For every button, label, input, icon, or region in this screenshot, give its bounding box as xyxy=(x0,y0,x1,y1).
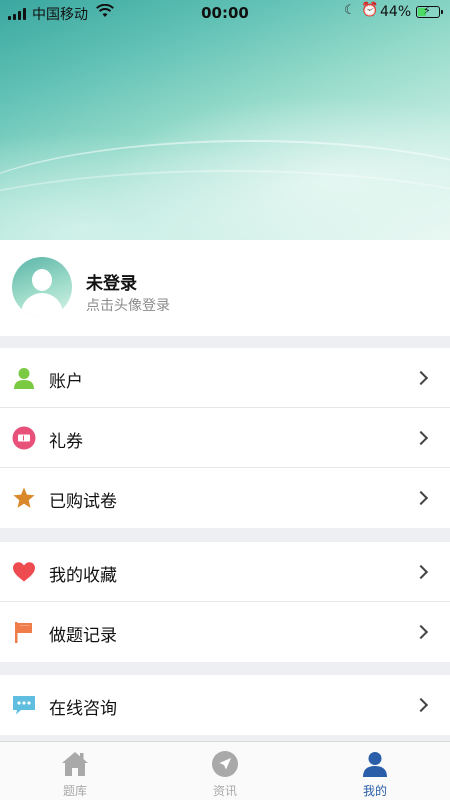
star-icon xyxy=(12,486,36,510)
moon-icon: ☾ xyxy=(344,3,356,18)
chat-icon xyxy=(12,693,36,717)
ticket-icon xyxy=(12,426,36,450)
chevron-right-icon xyxy=(413,490,429,506)
menu-item-coupons[interactable]: 礼券 xyxy=(0,408,450,468)
chevron-right-icon xyxy=(413,624,429,640)
chevron-right-icon xyxy=(413,430,429,446)
menu-group-account: 账户 礼券 已购试卷 xyxy=(0,348,450,528)
tab-label: 资讯 xyxy=(212,784,237,798)
menu-group-activity: 我的收藏 做题记录 xyxy=(0,542,450,662)
home-icon xyxy=(61,750,89,778)
status-bar: 中国移动 00:00 ☾ ⏰ 44% ⚡ xyxy=(0,0,450,26)
profile-banner xyxy=(0,0,450,240)
flag-icon xyxy=(12,620,36,644)
chevron-right-icon xyxy=(413,370,429,386)
menu-item-label: 在线咨询 xyxy=(49,699,117,719)
menu-item-label: 我的收藏 xyxy=(49,566,117,586)
person-icon xyxy=(12,366,36,390)
login-hint[interactable]: 点击头像登录 xyxy=(86,295,170,315)
menu-item-purchased-papers[interactable]: 已购试卷 xyxy=(0,468,450,528)
menu-item-label: 礼券 xyxy=(49,432,83,452)
tab-question-bank[interactable]: 题库 xyxy=(0,742,150,800)
menu-item-online-consult[interactable]: 在线咨询 xyxy=(0,675,450,735)
avatar[interactable] xyxy=(12,257,72,317)
tab-news[interactable]: 资讯 xyxy=(150,742,300,800)
tab-label: 我的 xyxy=(362,784,387,798)
heart-icon xyxy=(12,560,36,584)
chevron-right-icon xyxy=(413,564,429,580)
profile-name: 未登录 xyxy=(86,274,137,294)
user-icon xyxy=(361,750,389,778)
profile-card: 未登录 点击头像登录 xyxy=(0,240,450,336)
compass-icon xyxy=(211,750,239,778)
menu-group-support: 在线咨询 xyxy=(0,675,450,735)
menu-item-account[interactable]: 账户 xyxy=(0,348,450,408)
battery-icon: ⚡ xyxy=(416,4,443,18)
menu-item-label: 已购试卷 xyxy=(49,492,117,512)
menu-item-practice-records[interactable]: 做题记录 xyxy=(0,602,450,662)
tab-bar: 题库 资讯 我的 xyxy=(0,741,450,800)
tab-mine[interactable]: 我的 xyxy=(300,742,450,800)
menu-item-favorites[interactable]: 我的收藏 xyxy=(0,542,450,602)
menu-item-label: 账户 xyxy=(49,372,83,392)
battery-percent: 44% xyxy=(380,4,412,20)
tab-label: 题库 xyxy=(62,784,87,798)
chevron-right-icon xyxy=(413,697,429,713)
alarm-icon: ⏰ xyxy=(361,2,379,18)
menu-item-label: 做题记录 xyxy=(49,626,117,646)
